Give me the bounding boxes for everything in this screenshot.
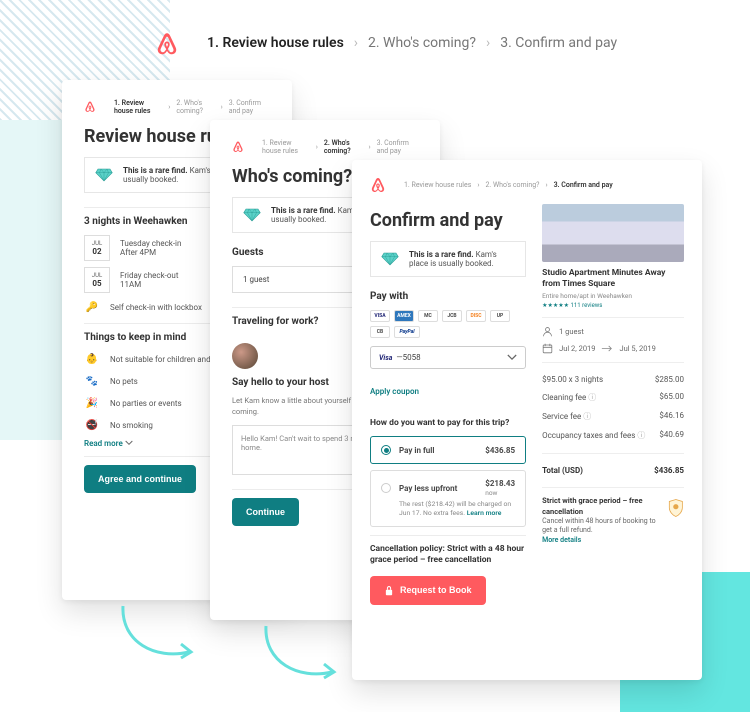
calendar-icon [542, 343, 553, 354]
step-2[interactable]: 2. Who's coming? [368, 35, 476, 51]
step-3[interactable]: 3. Confirm and pay [500, 35, 617, 51]
diamond-icon [95, 168, 113, 182]
no-smoking-icon: 🚭 [84, 417, 100, 433]
mastercard-icon: MC [418, 310, 438, 322]
airbnb-logo-icon [370, 176, 386, 194]
shield-icon [668, 496, 684, 520]
price-service: Service fee ⓘ$46.16 [542, 407, 684, 426]
flow-arrow-icon [115, 602, 205, 676]
agree-continue-button[interactable]: Agree and continue [84, 465, 196, 493]
request-book-button[interactable]: Request to Book [370, 576, 486, 605]
apply-coupon-link[interactable]: Apply coupon [370, 387, 419, 396]
diamond-icon [243, 208, 261, 222]
key-icon: 🔑 [84, 299, 100, 315]
airbnb-logo-icon [155, 30, 179, 56]
price-cleaning: Cleaning fee ⓘ$65.00 [542, 388, 684, 407]
card-confirm-pay: 1. Review house rules› 2. Who's coming?›… [352, 160, 702, 680]
jcb-icon: JCB [442, 310, 462, 322]
checkin-date-icon: JUL02 [84, 235, 110, 261]
listing-subtitle: Entire home/apt in Weehawken [542, 292, 684, 300]
lock-icon [384, 585, 394, 596]
continue-button[interactable]: Continue [232, 498, 299, 526]
visa-icon: Visa [379, 354, 392, 362]
flow-arrow-icon [258, 622, 348, 696]
host-avatar [232, 343, 258, 369]
chevron-right-icon: › [354, 35, 358, 51]
chevron-right-icon: › [486, 35, 490, 51]
pay-less-option[interactable]: Pay less upfront $218.43now The rest ($2… [370, 470, 526, 527]
no-parties-icon: 🎉 [84, 395, 100, 411]
mini-stepper: 1. Review house rules› 2. Who's coming?›… [262, 139, 418, 155]
price-taxes: Occupancy taxes and fees ⓘ$40.69 [542, 426, 684, 445]
listing-rating: ★★★★★ 111 reviews [542, 302, 684, 309]
no-children-icon: 👶 [84, 351, 100, 367]
main-stepper: 1. Review house rules › 2. Who's coming?… [155, 30, 617, 56]
person-icon [542, 326, 553, 337]
how-pay-label: How do you want to pay for this trip? [370, 418, 526, 428]
cancel-policy-header: Cancellation policy: Strict with a 48 ho… [370, 544, 526, 566]
cancellation-summary: Strict with grace period – free cancella… [542, 496, 684, 545]
paypal-icon: PayPal [394, 326, 420, 338]
diamond-icon [381, 252, 399, 266]
mini-stepper: 1. Review house rules› 2. Who's coming?›… [404, 181, 613, 189]
radio-selected-icon [381, 445, 391, 455]
checkout-date-icon: JUL05 [84, 267, 110, 293]
help-icon[interactable]: ⓘ [588, 393, 596, 402]
amex-icon: AMEX [394, 310, 414, 322]
step-1[interactable]: 1. Review house rules [207, 35, 344, 51]
payment-method-select[interactable]: Visa —5058 [370, 346, 526, 369]
airbnb-logo-icon [232, 138, 244, 156]
listing-thumbnail [542, 204, 684, 262]
pay-full-option[interactable]: Pay in full $436.85 [370, 436, 526, 464]
chevron-down-icon [507, 354, 517, 361]
mini-stepper: 1. Review house rules› 2. Who's coming?›… [114, 99, 270, 115]
help-icon[interactable]: ⓘ [637, 431, 645, 440]
no-pets-icon: 🐾 [84, 373, 100, 389]
rare-find-banner: This is a rare find. Kam's place is usua… [370, 241, 526, 277]
learn-more-link[interactable]: Learn more [467, 509, 502, 517]
dates-summary: Jul 2, 2019 Jul 5, 2019 [542, 343, 684, 354]
payment-brand-icons: VISA AMEX MC JCB DISC UP CB PayPal [370, 310, 526, 338]
guests-summary: 1 guest [542, 326, 684, 337]
listing-title: Studio Apartment Minutes Away from Times… [542, 268, 684, 290]
visa-icon: VISA [370, 310, 390, 322]
radio-unselected-icon [381, 483, 391, 493]
pay-with-label: Pay with [370, 291, 526, 302]
help-icon[interactable]: ⓘ [583, 412, 591, 421]
unionpay-icon: UP [490, 310, 510, 322]
price-nightly: $95.00 x 3 nights$285.00 [542, 371, 684, 388]
discover-icon: DISC [466, 310, 486, 322]
airbnb-logo-icon [84, 98, 96, 116]
cb-icon: CB [370, 326, 390, 338]
more-details-link[interactable]: More details [542, 536, 581, 544]
arrow-right-icon [601, 345, 613, 352]
price-total: Total (USD)$436.85 [542, 462, 684, 479]
page-title: Confirm and pay [370, 210, 526, 231]
